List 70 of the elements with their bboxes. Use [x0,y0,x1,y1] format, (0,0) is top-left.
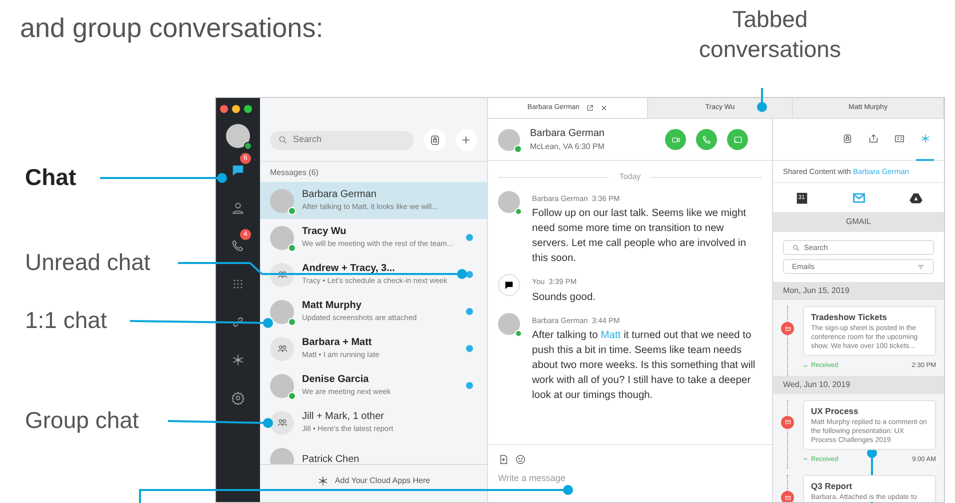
callout-line [757,88,767,112]
search-icon [278,135,288,145]
pop-out-icon [586,104,594,112]
contact-name: Tracy Wu [302,225,348,238]
email-subject: Tradeshow Tickets [811,311,888,324]
message-text: Follow up on our last talk. Seems like we might need some more time on transition to new servers. Let me call people who are involved in this soon. [532,207,748,266]
settings-icon [231,391,245,405]
person-icon [231,201,245,215]
group-icon [276,343,288,354]
close-icon[interactable] [600,104,608,112]
new-chat-button[interactable] [456,129,477,151]
message-text: Sounds good. [532,290,597,304]
lock-person-icon [842,133,852,144]
heading-text: and group conversations: [20,13,324,43]
filter-icon [917,262,925,271]
asterisk-network-icon [231,353,245,367]
attach-file-icon[interactable] [498,454,509,465]
callout-label: Group chat [25,406,139,435]
callout-label: Chat [25,163,76,192]
section-title: Messages (6) [269,167,320,179]
envelope-icon [784,418,792,426]
message-text: After talking to Matt it turned out that we need to push this a bit in time. Seems like team needs about two more weeks. Is this something that will work with all of you? I still have to take a deeper look at our timings though. [532,328,756,403]
arrow-left-icon [803,362,809,369]
add-cloud-apps-link[interactable]: Add Your Cloud Apps Here [334,475,430,487]
envelope-icon [784,494,792,502]
link-icon [231,315,245,329]
app-title-bar: GMAIL [773,212,944,232]
date-header: Wed, Jun 10, 2019 [773,376,944,394]
contact-name: Jill + Mark, 1 other [302,410,385,423]
chat-list-item[interactable]: Patrick Chen [260,441,487,464]
search-field[interactable]: Search [270,130,414,150]
arrow-left-icon [803,456,809,462]
contact-name: Matt Murphy [302,299,362,312]
callout-label: Tabbed conversations [698,5,842,64]
email-subject: UX Process [811,404,860,418]
date-divider: Today [619,171,641,183]
asterisk-network-icon [920,133,930,144]
group-icon [276,417,288,428]
callout-label: 1:1 chat [25,306,107,335]
share-icon [868,133,878,144]
screen-icon [732,134,742,144]
dial-pad-icon [231,277,245,291]
contact-name: Denise Garcia [302,373,370,386]
lock-person-icon [428,134,441,146]
emoji-icon[interactable] [515,454,526,465]
lock-button[interactable] [424,129,446,151]
avatar[interactable] [226,124,250,148]
contact-card-icon [894,133,904,144]
calendar-icon [794,190,808,205]
video-camera-icon [670,134,680,144]
search-icon [792,244,800,252]
chat-bubble-icon [504,280,514,290]
message-input[interactable]: Write a message [498,472,738,486]
chat-bubble-icon [231,163,245,177]
mail-icon [852,190,866,205]
asterisk-network-icon [316,475,329,487]
phone-icon [702,134,712,144]
contact-location: McLean, VA 6:30 PM [530,141,606,153]
contact-name: Andrew + Tracy, 3... [302,262,396,275]
contact-name: Patrick Chen [302,453,360,464]
callout-label: Unread chat [25,248,150,277]
contact-name: Barbara + Matt [302,336,373,349]
email-subject: Q3 Report [811,480,854,493]
phone-icon [231,239,245,253]
plus-icon [460,134,472,146]
group-icon [276,269,288,280]
contact-name: Barbara German [530,127,606,141]
envelope-icon [784,324,792,333]
date-header: Mon, Jun 15, 2019 [773,282,944,300]
contact-name: Barbara German [302,188,378,201]
